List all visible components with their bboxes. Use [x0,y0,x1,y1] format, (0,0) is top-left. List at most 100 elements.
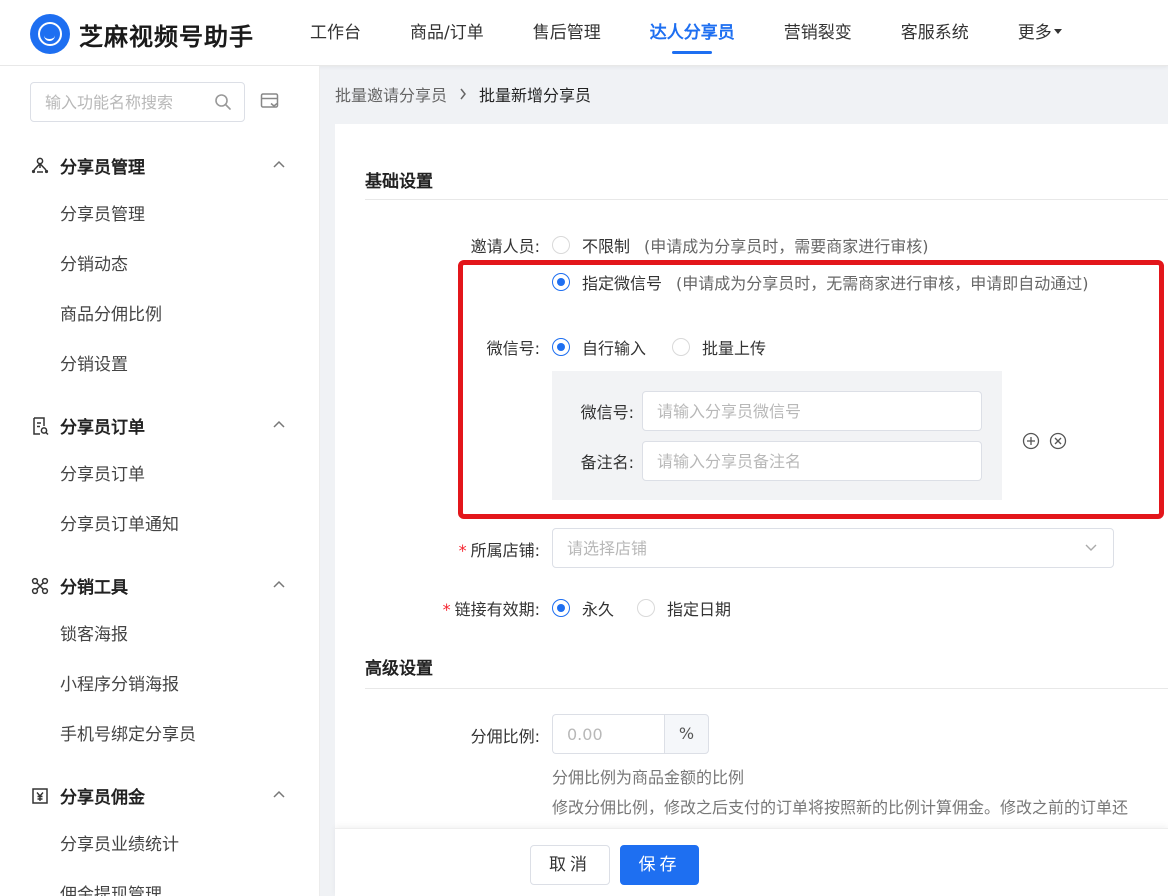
store-label: * 所属店铺: [459,537,540,561]
required-mark: * [442,600,451,619]
sidebar-item-withdraw-management[interactable]: 佣金提现管理 [0,870,320,896]
ratio-input-group: % [552,714,709,754]
sidebar-item-phone-binding[interactable]: 手机号绑定分享员 [0,710,320,760]
chevron-right-icon [460,88,466,100]
chevron-up-icon [273,580,285,588]
ratio-note: 分佣比例为商品金额的比例 [552,768,745,787]
sidebar-group-header[interactable]: 分销工具 [0,560,320,610]
sidebar-item-performance-stats[interactable]: 分享员业绩统计 [0,820,320,870]
radio-label: 不限制 [582,237,631,256]
ratio-unit: % [664,714,709,754]
sidebar-group-commission: 分享员佣金 分享员业绩统计 佣金提现管理 [0,770,320,896]
chevron-down-icon [1085,544,1097,551]
radio-unchecked [552,236,570,254]
sidebar-group-header[interactable]: 分享员订单 [0,400,320,450]
sidebar-search-input[interactable] [31,83,201,121]
nav-item-more[interactable]: 更多 [1018,0,1062,66]
store-select[interactable] [552,528,1114,568]
search-icon[interactable] [214,93,232,111]
section-divider [365,688,1168,689]
radio-hint: (申请成为分享员时，无需商家进行审核，申请即自动通过) [676,274,1089,293]
order-doc-icon [33,417,49,436]
radio-checked [552,338,570,356]
sidebar-item-miniprogram-poster[interactable]: 小程序分销海报 [0,660,320,710]
sidebar-item-distribution-activity[interactable]: 分销动态 [0,240,320,290]
sidebar: 分享员管理 分享员管理 分销动态 商品分佣比例 分销设置 分享员订单 分享员订单… [0,66,320,896]
chevron-up-icon [273,420,285,428]
breadcrumb: 批量邀请分享员 批量新增分享员 [335,82,591,106]
sidebar-search [30,82,245,122]
radio-unchecked [637,599,655,617]
radio-label: 自行输入 [582,339,647,358]
app-title: 芝麻视频号助手 [79,22,254,51]
sidebar-group-header[interactable]: 分享员佣金 [0,770,320,820]
radio-checked [552,273,570,291]
nav-item-after-sales[interactable]: 售后管理 [533,0,601,66]
required-mark: * [458,541,467,560]
ratio-label: 分佣比例: [470,727,540,746]
invite-option-specified-wechat[interactable]: 指定微信号 (申请成为分享员时，无需商家进行审核，申请即自动通过) [552,270,1089,294]
ratio-input[interactable] [552,714,664,754]
nav-item-workbench[interactable]: 工作台 [310,0,361,66]
breadcrumb-current: 批量新增分享员 [479,86,592,105]
section-divider [365,199,1168,200]
validity-option-date[interactable]: 指定日期 [637,596,731,620]
wechat-label: 微信号: [486,339,540,358]
remark-name-label: 备注名: [580,453,634,472]
nav-item-marketing[interactable]: 营销裂变 [784,0,852,66]
form-card: 基础设置 邀请人员: 不限制 (申请成为分享员时，需要商家进行审核) 指定微信号… [335,124,1168,896]
radio-unchecked [672,338,690,356]
ratio-note-detail: 修改分佣比例，修改之后支付的订单将按照新的比例计算佣金。修改之前的订单还 [552,798,1129,817]
sidebar-item-lock-poster[interactable]: 锁客海报 [0,610,320,660]
invite-option-unlimited[interactable]: 不限制 (申请成为分享员时，需要商家进行审核) [552,233,929,257]
app-logo[interactable]: 芝麻视频号助手 [30,14,254,54]
sidebar-group-title: 分销工具 [60,577,128,598]
validity-option-permanent[interactable]: 永久 [552,596,614,620]
validity-label-text: 链接有效期: [454,600,540,619]
store-label-text: 所属店铺: [470,541,540,560]
sidebar-item-commission-ratio[interactable]: 商品分佣比例 [0,290,320,340]
user-network-icon [31,157,49,174]
sidebar-item-sharer-orders[interactable]: 分享员订单 [0,450,320,500]
distribution-tool-icon [31,577,49,595]
sidebar-item-distribution-settings[interactable]: 分销设置 [0,340,320,390]
chevron-up-icon [273,160,285,168]
radio-hint: (申请成为分享员时，需要商家进行审核) [644,237,929,256]
radio-label: 指定微信号 [582,274,663,293]
nav-more-label: 更多 [1017,23,1052,43]
section-title-advanced: 高级设置 [365,659,433,679]
section-title-basic: 基础设置 [365,172,433,192]
radio-label: 批量上传 [702,339,767,358]
radio-checked [552,599,570,617]
sidebar-group-sharer-management: 分享员管理 分享员管理 分销动态 商品分佣比例 分销设置 [0,140,320,390]
breadcrumb-parent[interactable]: 批量邀请分享员 [335,82,447,106]
sidebar-item-order-notification[interactable]: 分享员订单通知 [0,500,320,550]
sidebar-group-header[interactable]: 分享员管理 [0,140,320,190]
radio-label: 永久 [582,600,615,619]
nav-item-goods-orders[interactable]: 商品/订单 [410,0,484,66]
sidebar-group-sharer-orders: 分享员订单 分享员订单 分享员订单通知 [0,400,320,550]
caret-down-icon [1053,28,1062,34]
wechat-option-batch-upload[interactable]: 批量上传 [672,335,766,359]
add-circle-icon[interactable] [1022,432,1040,450]
validity-label: * 链接有效期: [443,596,540,620]
remark-name-input[interactable] [642,441,982,481]
logo-smile-icon [30,14,70,54]
nav-item-sharers[interactable]: 达人分享员 [650,0,735,66]
sidebar-item-sharer-management[interactable]: 分享员管理 [0,190,320,240]
wechat-option-manual[interactable]: 自行输入 [552,335,646,359]
sidebar-group-title: 分享员订单 [60,417,145,438]
sidebar-group-distribution-tools: 分销工具 锁客海报 小程序分销海报 手机号绑定分享员 [0,560,320,760]
chevron-up-icon [273,790,285,798]
remove-circle-icon[interactable] [1049,432,1067,450]
cancel-button[interactable]: 取消 [530,845,610,885]
sidebar-collapse-icon[interactable] [260,92,280,110]
sidebar-group-title: 分享员管理 [60,157,145,178]
save-button[interactable]: 保存 [620,845,699,885]
commission-icon [32,788,48,804]
nav-item-customer-service[interactable]: 客服系统 [901,0,969,66]
form-footer: 取消 保存 [335,828,1168,896]
wechat-entry-box: 微信号: 备注名: [552,371,1002,500]
wechat-id-input[interactable] [642,391,982,431]
radio-label: 指定日期 [667,600,732,619]
